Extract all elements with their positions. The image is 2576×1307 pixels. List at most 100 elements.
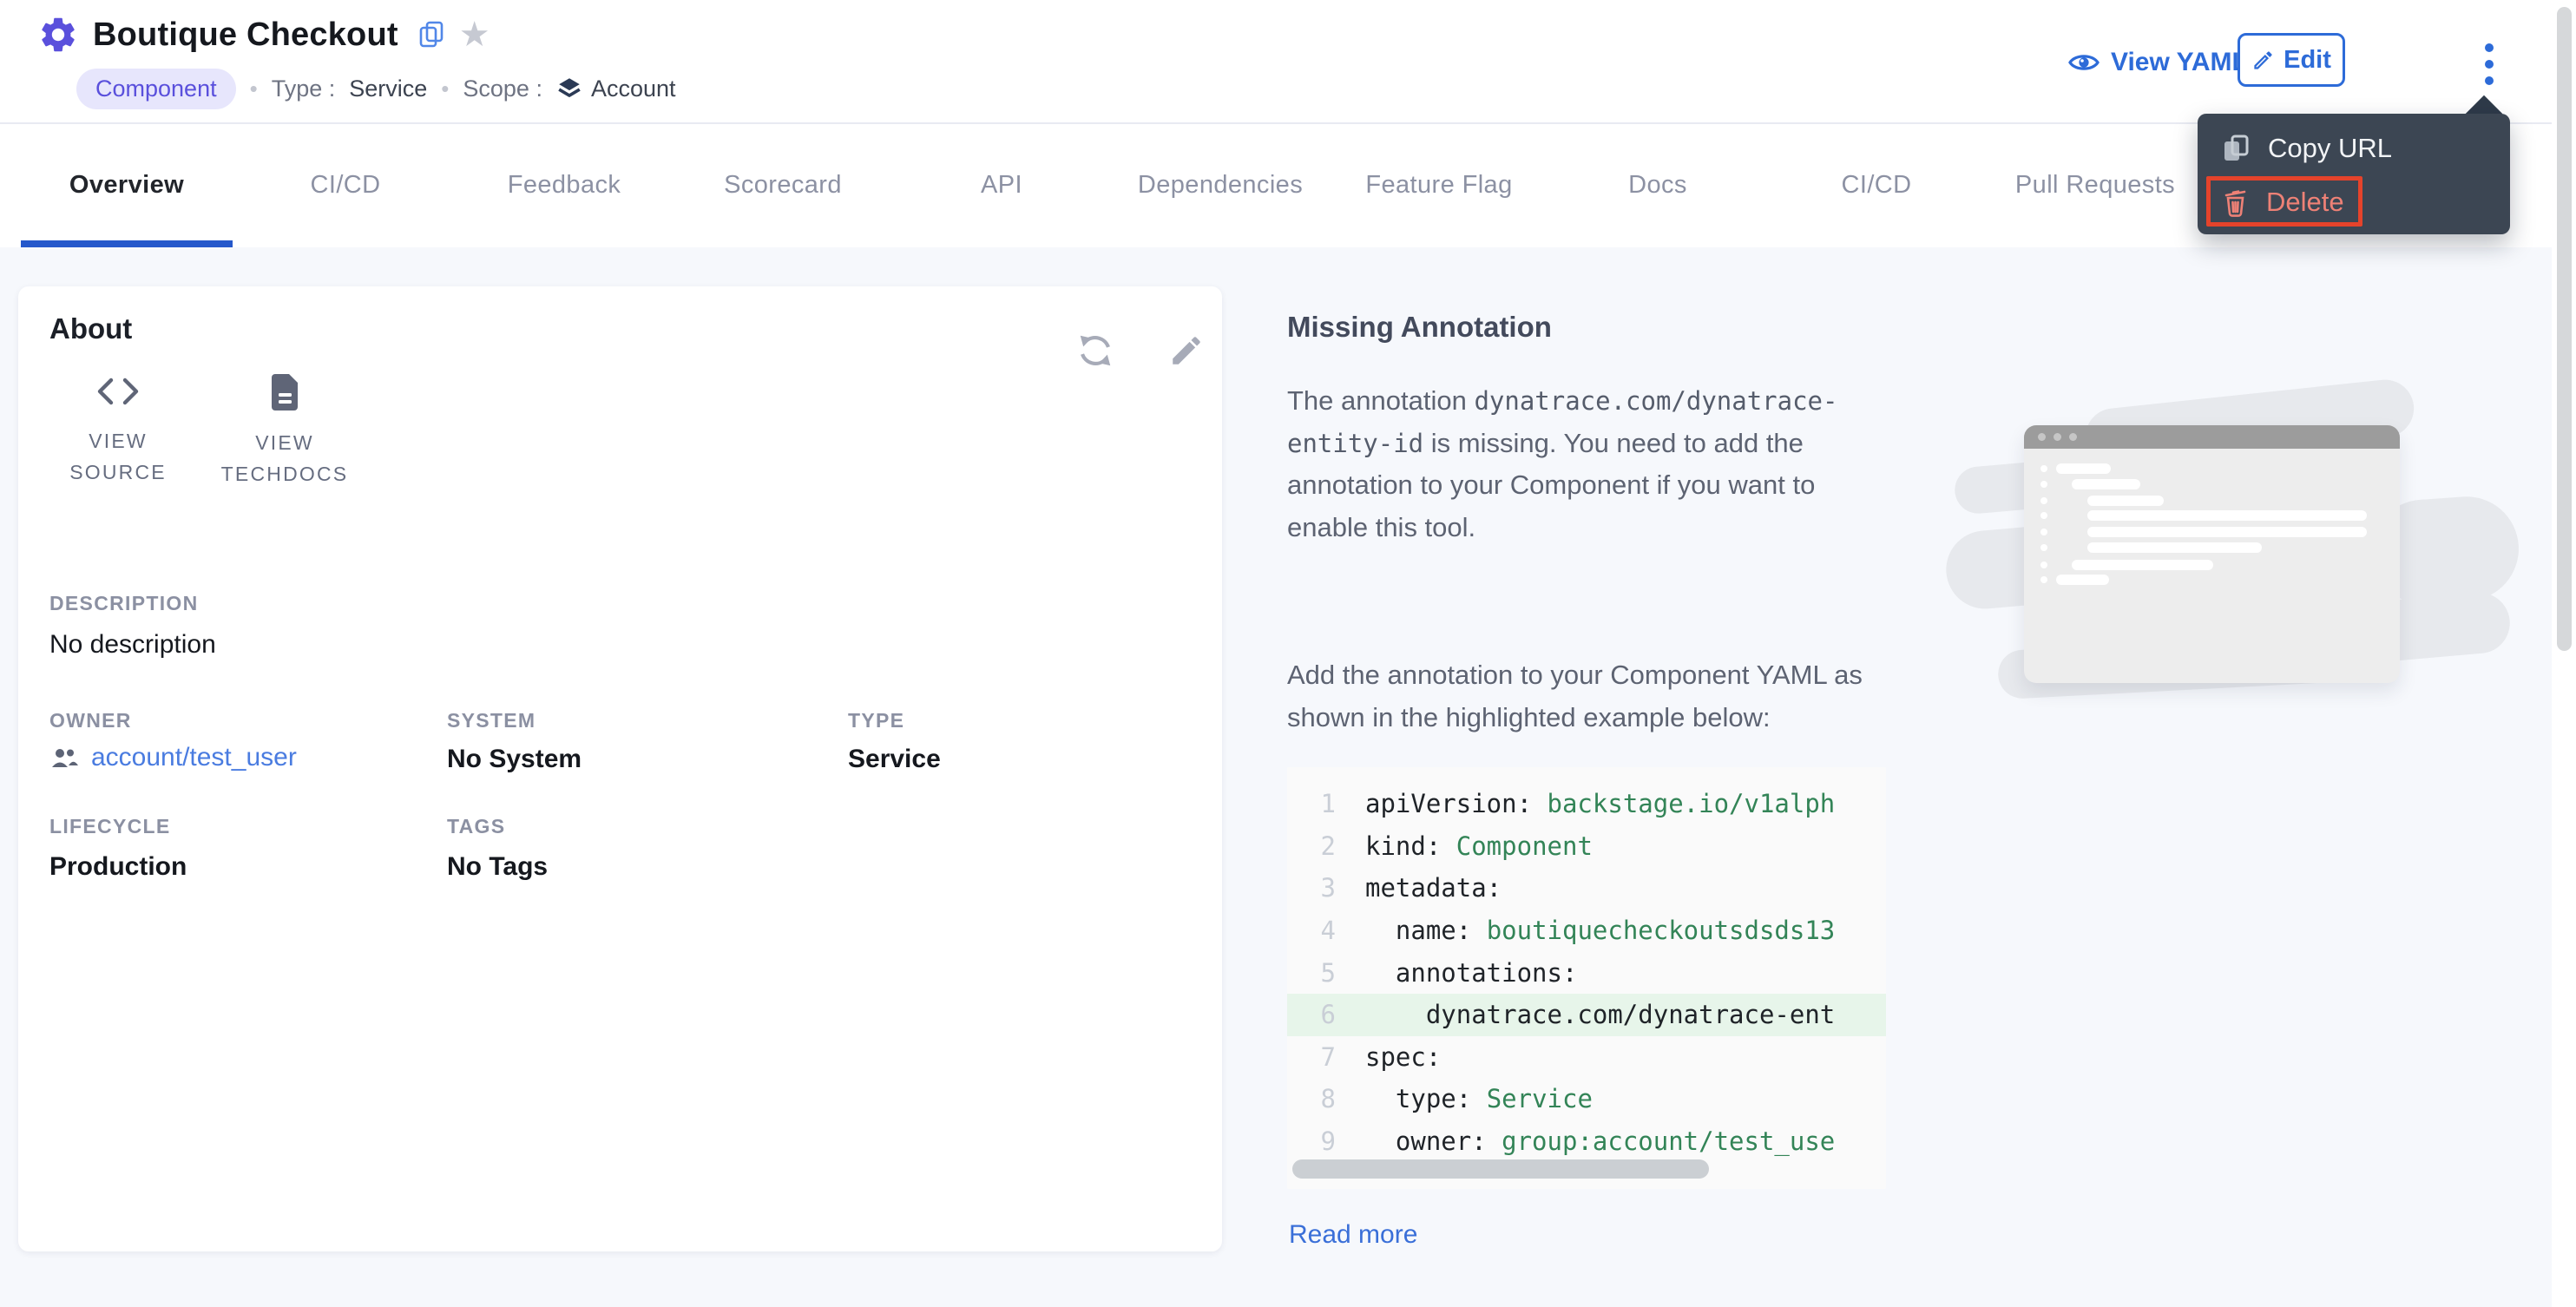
code-horizontal-scrollbar[interactable] [1292,1159,1709,1179]
code-line: 7spec: [1287,1036,1886,1079]
document-icon [269,373,300,411]
window-bullet-dot [2040,465,2047,472]
code-line-highlighted: 6 dynatrace.com/dynatrace-ent [1287,994,1886,1036]
kind-badge[interactable]: Component [76,69,236,109]
tab-feedback[interactable]: Feedback [455,123,674,247]
people-icon [49,746,79,769]
window-bullet-dot [2040,497,2047,504]
window-text-line [2087,527,2367,537]
tab-cicd[interactable]: CI/CD [236,123,455,247]
lifecycle-value: Production [49,852,187,882]
page-title: Boutique Checkout [93,16,398,54]
code-line: 4 name: boutiquecheckoutsdsds13 [1287,910,1886,952]
tags-label: TAGS [447,815,505,838]
gear-icon [37,14,79,56]
menu-item-delete[interactable]: Delete [2198,176,2510,228]
code-line: 5 annotations: [1287,951,1886,994]
titlebar-dot [2069,433,2077,441]
window-bullet-dot [2040,544,2047,551]
type-value: Service [349,76,427,102]
code-line: 8 type: Service [1287,1078,1886,1120]
type-field-value: Service [848,745,941,774]
window-text-line [2087,542,2262,553]
browser-window-illustration [1963,403,2514,690]
tab-api[interactable]: API [892,123,1111,247]
trash-icon [2222,187,2249,218]
about-card: About VIEW SOURCE VI [18,286,1222,1251]
window-bullet-dot [2040,576,2047,583]
owner-label: OWNER [49,709,132,732]
type-field-label: TYPE [848,709,904,732]
copy-url-label: Copy URL [2268,133,2392,164]
panel-title: Missing Annotation [1287,311,1552,344]
owner-value-row: account/test_user [49,743,297,772]
entity-header: Boutique Checkout ★ [37,10,490,59]
system-label: SYSTEM [447,709,536,732]
edit-button[interactable]: Edit [2238,33,2345,87]
code-line: 9 owner: group:account/test_use [1287,1120,1886,1163]
description-label: DESCRIPTION [49,592,198,615]
annotation-intro-paragraph: The annotation dynatrace.com/dynatrace-e… [1287,380,1890,548]
owner-link[interactable]: account/test_user [91,743,297,772]
code-line-number: 4 [1287,916,1336,945]
pencil-icon [2251,49,2275,72]
tab-dependencies[interactable]: Dependencies [1111,123,1330,247]
view-source-link[interactable]: VIEW SOURCE [53,373,183,488]
intro-prefix: The annotation [1287,385,1467,416]
dot-separator: • [441,76,449,102]
kebab-dot [2485,43,2494,52]
scope-value-group: Account [556,76,676,102]
code-line-number: 9 [1287,1126,1336,1156]
window-bullet-dot [2040,481,2047,488]
code-line-number: 8 [1287,1084,1336,1113]
layers-icon [556,76,582,102]
eye-icon [2067,50,2100,75]
read-more-link[interactable]: Read more [1289,1220,1417,1250]
scope-label: Scope : [463,76,542,102]
page-scrollbar-thumb[interactable] [2557,7,2572,651]
yaml-code-lines: 1apiVersion: backstage.io/v1alph2kind: C… [1287,767,1886,1162]
scope-value: Account [591,76,676,102]
tab-scorecard[interactable]: Scorecard [674,123,892,247]
entity-meta-row: Component • Type : Service • Scope : Acc… [76,68,676,109]
annotation-instruction-paragraph: Add the annotation to your Component YAM… [1287,654,1895,739]
view-techdocs-link[interactable]: VIEW TECHDOCS [202,373,367,489]
window-bullet-dot [2040,529,2047,535]
code-line: 1apiVersion: backstage.io/v1alph [1287,783,1886,825]
tab-pull-requests[interactable]: Pull Requests [1986,123,2205,247]
menu-item-copy-url[interactable]: Copy URL [2198,122,2510,174]
yaml-code-block: 1apiVersion: backstage.io/v1alph2kind: C… [1287,767,1886,1189]
window-text-line [2056,575,2109,585]
tab-overview[interactable]: Overview [17,123,236,247]
options-dropdown-menu: Copy URL Delete [2198,114,2510,234]
more-options-kebab-button[interactable] [2472,35,2507,94]
tab-docs[interactable]: Docs [1548,123,1767,247]
illustration-window [2024,425,2400,683]
illustration-titlebar [2024,425,2400,449]
window-text-line [2087,496,2164,506]
titlebar-dot [2038,433,2046,441]
copy-name-icon[interactable] [417,19,445,50]
view-yaml-label: View YAML [2111,48,2248,77]
code-brackets-icon [94,373,142,410]
code-line: 2kind: Component [1287,825,1886,868]
edit-about-pencil-button[interactable] [1164,328,1209,373]
favorite-star-icon[interactable]: ★ [459,17,490,52]
code-line-number: 1 [1287,789,1336,818]
view-yaml-button[interactable]: View YAML [2067,42,2248,83]
code-line-number: 7 [1287,1042,1336,1072]
code-line-number: 3 [1287,873,1336,903]
window-text-line [2056,463,2111,474]
refresh-button[interactable] [1073,328,1118,373]
about-card-title: About [49,312,132,345]
type-label: Type : [272,76,336,102]
entity-tabs: Overview CI/CD Feedback Scorecard API De… [17,123,2205,247]
window-text-line [2072,560,2213,570]
tab-feature-flag[interactable]: Feature Flag [1330,123,1548,247]
copy-url-icon [2222,133,2251,164]
kebab-dot [2485,60,2494,69]
tab-cicd-2[interactable]: CI/CD [1767,123,1986,247]
description-value: No description [49,630,216,660]
window-text-line [2087,510,2367,521]
dot-separator: • [250,76,258,102]
